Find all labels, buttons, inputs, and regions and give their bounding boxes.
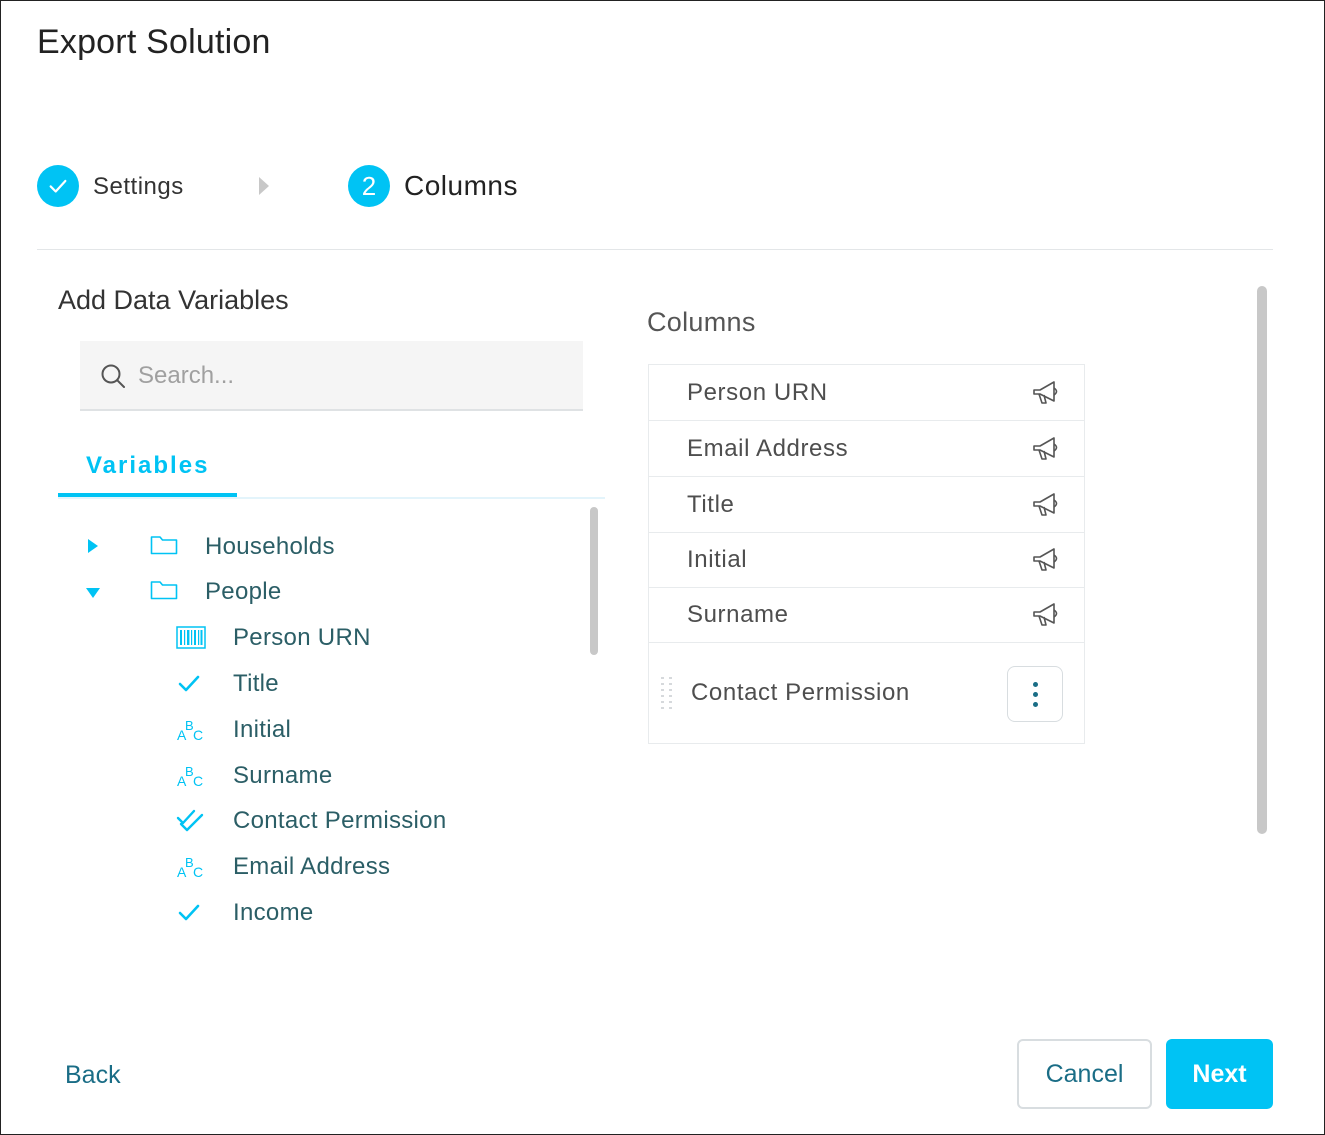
megaphone-icon[interactable] bbox=[1031, 491, 1063, 519]
step-settings-complete-icon[interactable] bbox=[37, 165, 79, 207]
step-settings-label[interactable]: Settings bbox=[93, 173, 184, 201]
cancel-button[interactable]: Cancel bbox=[1017, 1039, 1152, 1109]
tree-item-label: Person URN bbox=[233, 624, 371, 651]
column-row-person-urn[interactable]: Person URN bbox=[649, 365, 1084, 421]
main-scrollbar[interactable] bbox=[1257, 286, 1267, 834]
tree-item-surname[interactable]: A B C Surname bbox=[58, 756, 588, 796]
tree-item-label: Income bbox=[233, 899, 314, 926]
columns-heading: Columns bbox=[647, 307, 756, 337]
checkmark-icon bbox=[49, 179, 67, 193]
double-check-icon bbox=[176, 809, 204, 832]
tree-item-label: Initial bbox=[233, 716, 292, 743]
tree-item-title[interactable]: Title bbox=[58, 664, 588, 704]
check-icon bbox=[176, 943, 206, 947]
column-row-email-address[interactable]: Email Address bbox=[649, 421, 1084, 477]
column-row-initial[interactable]: Initial bbox=[649, 532, 1084, 588]
column-label: Title bbox=[687, 491, 735, 518]
column-label: Contact Permission bbox=[691, 679, 910, 706]
megaphone-icon[interactable] bbox=[1031, 601, 1063, 629]
tree-item-email-address[interactable]: A B C Email Address bbox=[58, 847, 588, 887]
dialog-title: Export Solution bbox=[37, 23, 271, 61]
svg-text:C: C bbox=[193, 773, 203, 789]
megaphone-icon[interactable] bbox=[1031, 379, 1063, 407]
abc-text-icon: A B C bbox=[177, 855, 203, 880]
step-columns-label: Columns bbox=[404, 170, 518, 201]
tab-variables[interactable]: Variables bbox=[58, 449, 237, 497]
barcode-icon bbox=[176, 626, 206, 649]
next-button[interactable]: Next bbox=[1166, 1039, 1273, 1109]
tree-item-income[interactable]: Income bbox=[58, 893, 588, 933]
tree-scrollbar[interactable] bbox=[590, 507, 598, 655]
column-label: Email Address bbox=[687, 435, 849, 462]
check-icon bbox=[178, 675, 200, 692]
step-columns-number: 2 bbox=[348, 165, 390, 207]
header-divider bbox=[37, 249, 1273, 250]
search-icon bbox=[101, 364, 125, 388]
add-data-variables-heading: Add Data Variables bbox=[58, 285, 289, 315]
drag-handle-icon[interactable] bbox=[659, 676, 675, 710]
tree-item-initial[interactable]: A B C Initial bbox=[58, 710, 588, 750]
stepper: Settings 2 Columns bbox=[37, 165, 637, 209]
tree-folder-label: People bbox=[205, 578, 282, 605]
step-separator-arrow-icon bbox=[259, 177, 269, 195]
column-row-contact-permission[interactable]: Contact Permission bbox=[649, 644, 1084, 744]
tree-item-contact-permission[interactable]: Contact Permission bbox=[58, 801, 588, 841]
search-box bbox=[80, 341, 583, 411]
tree-item-partial[interactable] bbox=[58, 937, 588, 947]
more-vertical-icon-dot bbox=[1033, 692, 1038, 697]
abc-text-icon: A B C bbox=[177, 718, 203, 743]
columns-list: Person URN Email Address Title Initial S… bbox=[648, 364, 1085, 744]
back-button[interactable]: Back bbox=[49, 1053, 139, 1097]
svg-text:C: C bbox=[193, 727, 203, 743]
column-label: Surname bbox=[687, 601, 789, 628]
tab-baseline bbox=[58, 497, 605, 499]
column-label: Person URN bbox=[687, 379, 828, 406]
folder-icon bbox=[150, 581, 178, 600]
more-vertical-icon bbox=[1033, 682, 1038, 687]
megaphone-icon[interactable] bbox=[1031, 546, 1063, 574]
column-label: Initial bbox=[687, 546, 748, 573]
collapse-caret-icon[interactable] bbox=[86, 588, 100, 598]
tree-item-label: Surname bbox=[233, 762, 333, 789]
abc-text-icon: A B C bbox=[177, 764, 203, 789]
tree-folder-label: Households bbox=[205, 533, 335, 560]
tree-item-label: Title bbox=[233, 670, 279, 697]
check-icon bbox=[178, 904, 200, 921]
more-options-button[interactable] bbox=[1007, 666, 1063, 722]
column-row-title[interactable]: Title bbox=[649, 477, 1084, 533]
megaphone-icon[interactable] bbox=[1031, 435, 1063, 463]
tree-folder-people[interactable]: People bbox=[58, 572, 588, 612]
expand-caret-icon[interactable] bbox=[88, 539, 98, 553]
tree-folder-households[interactable]: Households bbox=[58, 527, 588, 567]
more-vertical-icon-dot bbox=[1033, 702, 1038, 707]
export-solution-dialog: Export Solution Settings 2 Columns Add D… bbox=[0, 0, 1325, 1135]
folder-icon bbox=[150, 536, 178, 555]
tree-item-label: Contact Permission bbox=[233, 807, 447, 834]
svg-text:C: C bbox=[193, 864, 203, 880]
column-row-surname[interactable]: Surname bbox=[649, 587, 1084, 643]
tree-item-label: Email Address bbox=[233, 853, 391, 880]
search-input[interactable] bbox=[138, 359, 558, 393]
variables-tree: Households People Person URN Title A B C… bbox=[58, 507, 588, 947]
tree-item-person-urn[interactable]: Person URN bbox=[58, 618, 588, 658]
